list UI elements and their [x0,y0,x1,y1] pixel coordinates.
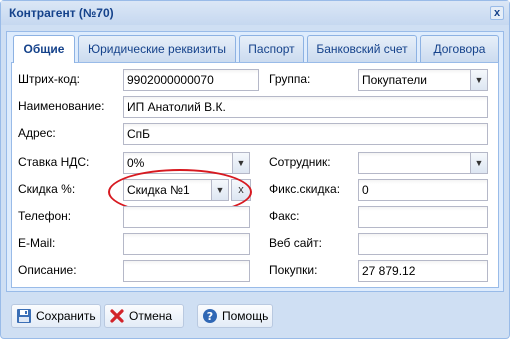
svg-text:?: ? [207,310,213,323]
window-titlebar[interactable]: Контрагент (№70) x [1,1,509,25]
button-bar: Сохранить Отмена ? Помощь [1,299,509,333]
fax-label: Факс: [269,209,300,223]
window-title: Контрагент (№70) [9,6,114,20]
tab-general[interactable]: Общие [13,35,75,63]
save-button-label: Сохранить [36,309,96,323]
close-icon: x [493,7,501,19]
address-label: Адрес: [18,126,56,140]
group-value: Покупатели [362,73,427,87]
clear-icon: x [238,184,244,196]
question-circle-icon: ? [203,309,217,323]
group-select[interactable]: Покупатели ▼ [358,69,488,91]
purchases-label: Покупки: [269,263,318,277]
cancel-button-label: Отмена [129,309,173,323]
employee-label: Сотрудник: [269,155,331,169]
address-field[interactable]: СпБ [123,123,488,145]
phone-field[interactable] [123,206,250,228]
fixed-discount-field[interactable]: 0 [358,179,488,201]
barcode-label: Штрих-код: [18,72,80,86]
purchases-field[interactable]: 27 879.12 [358,260,488,282]
contractor-window: Контрагент (№70) x Общие Юридические рек… [0,0,510,339]
close-button[interactable]: x [490,6,504,20]
phone-label: Телефон: [18,209,72,223]
barcode-field[interactable]: 9902000000070 [123,69,259,91]
discount-select[interactable]: Скидка №1 ▼ [123,179,229,201]
discount-value: Скидка №1 [127,183,190,197]
help-button[interactable]: ? Помощь [197,304,273,328]
description-field[interactable] [123,260,250,282]
group-label: Группа: [269,72,311,86]
help-button-label: Помощь [222,309,269,323]
tab-passport[interactable]: Паспорт [239,35,304,62]
floppy-disk-icon [17,309,31,323]
general-form: Штрих-код: 9902000000070 Группа: Покупат… [11,62,499,288]
vat-value: 0% [127,156,145,170]
tab-bank-account[interactable]: Банковский счет [307,35,417,62]
chevron-down-icon[interactable]: ▼ [211,180,228,200]
tab-strip: Общие Юридические реквизиты Паспорт Банк… [7,32,503,63]
tab-panel: Общие Юридические реквизиты Паспорт Банк… [6,31,504,292]
fixed-discount-label: Фикс.скидка: [269,182,341,196]
email-label: E-Mail: [18,236,56,250]
name-label: Наименование: [18,99,105,113]
description-label: Описание: [18,263,77,277]
email-field[interactable] [123,233,250,255]
employee-select[interactable]: ▼ [358,152,488,174]
red-x-icon [110,309,124,323]
chevron-down-icon[interactable]: ▼ [232,153,249,173]
save-button[interactable]: Сохранить [11,304,101,328]
tab-legal-details[interactable]: Юридические реквизиты [78,35,236,62]
chevron-down-icon[interactable]: ▼ [470,70,487,90]
vat-select[interactable]: 0% ▼ [123,152,250,174]
tab-contracts[interactable]: Договора [420,35,499,62]
fax-field[interactable] [358,206,488,228]
website-field[interactable] [358,233,488,255]
website-label: Веб сайт: [269,236,322,250]
vat-label: Ставка НДС: [18,155,90,169]
name-field[interactable]: ИП Анатолий В.К. [123,96,488,118]
cancel-button[interactable]: Отмена [104,304,184,328]
discount-label: Скидка %: [18,182,76,196]
discount-clear-button[interactable]: x [231,179,251,201]
chevron-down-icon[interactable]: ▼ [470,153,487,173]
